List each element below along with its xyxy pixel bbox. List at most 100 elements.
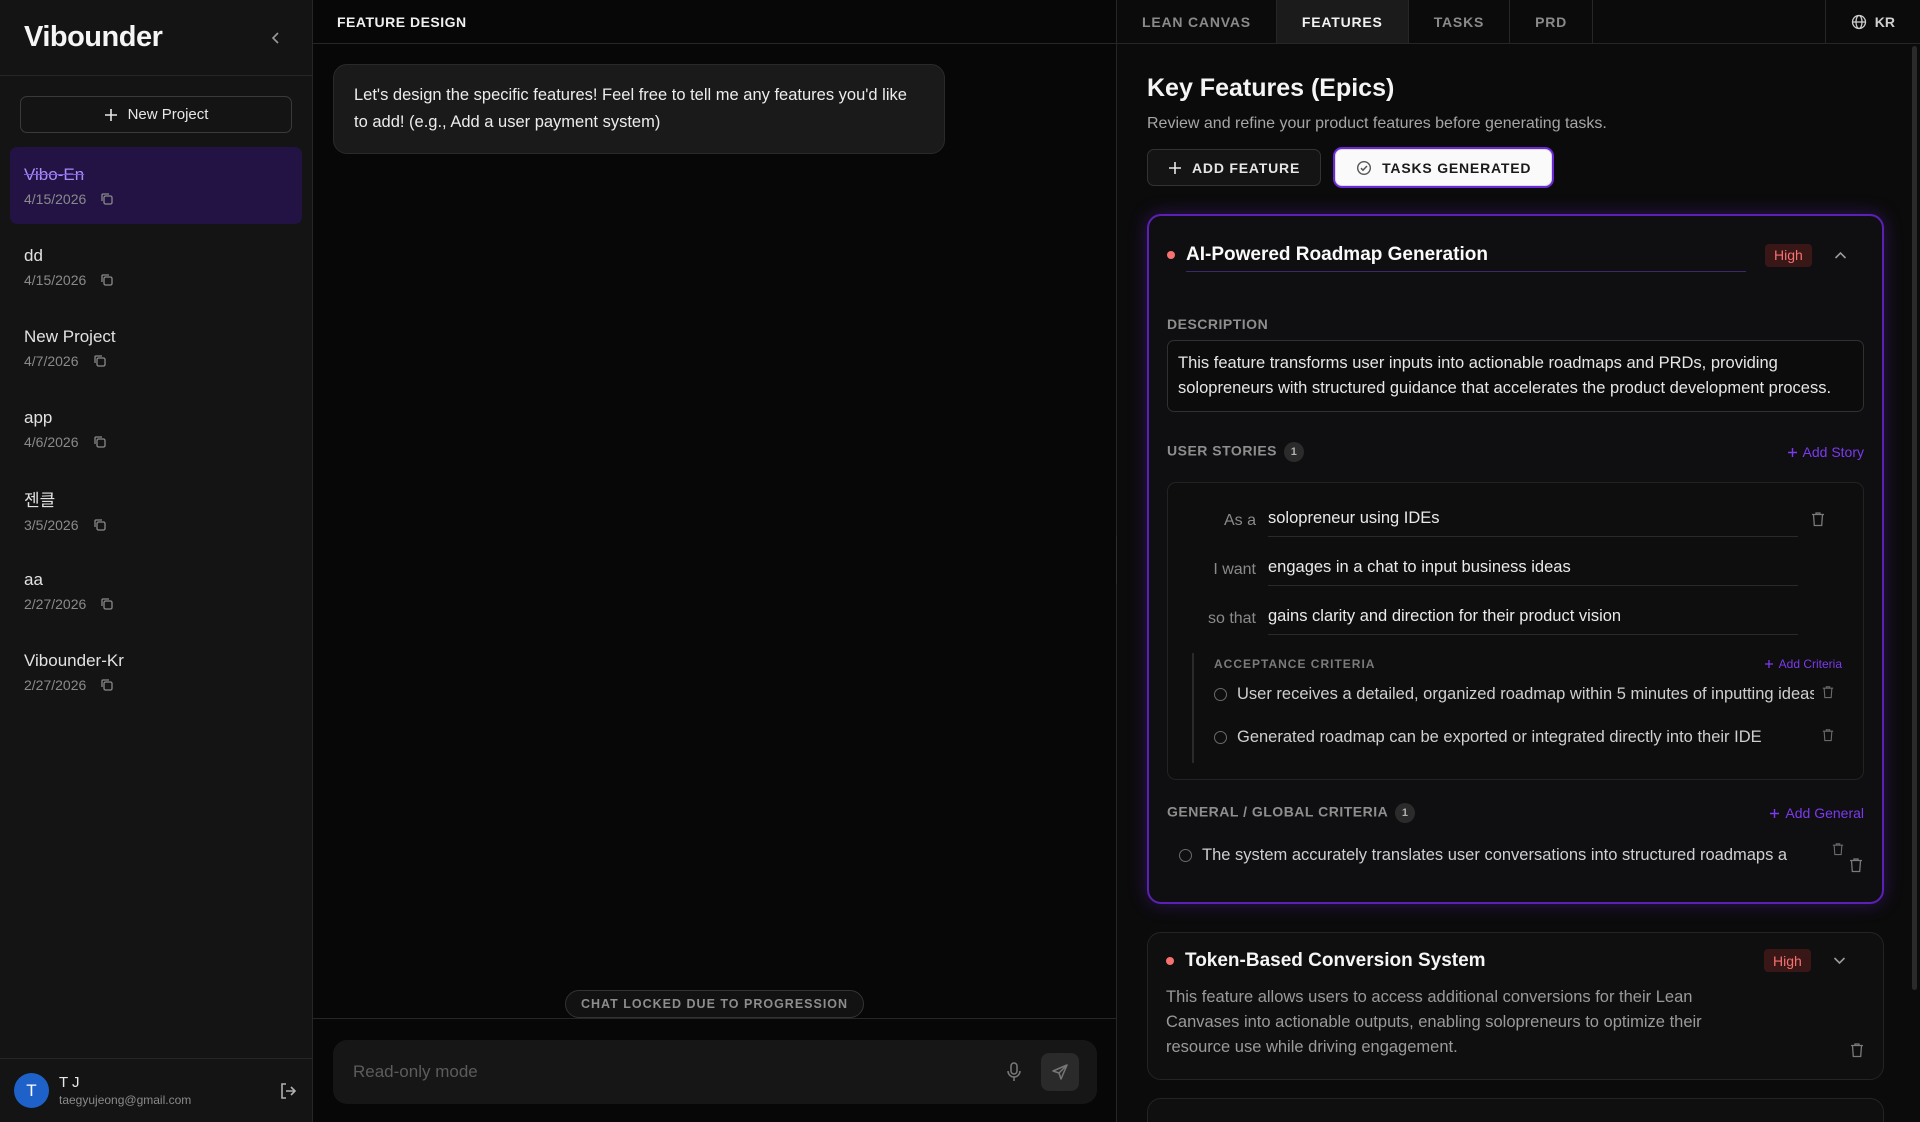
delete-criterion-button[interactable] xyxy=(1820,726,1836,744)
criterion-radio[interactable] xyxy=(1214,731,1227,744)
general-criteria-label: GENERAL / GLOBAL CRITERIA xyxy=(1167,803,1389,820)
project-list: Vibo-En 4/15/2026 dd 4/15/2026 New Proje… xyxy=(0,147,312,714)
as-a-label: As a xyxy=(1223,512,1256,529)
user-story-card: As a solopreneur using IDEs I want engag… xyxy=(1167,482,1864,780)
delete-general-criterion-button[interactable] xyxy=(1830,840,1846,858)
chevron-down-icon xyxy=(1834,957,1846,965)
globe-icon xyxy=(1851,14,1866,29)
tab-lean-canvas[interactable]: LEAN CANVAS xyxy=(1117,0,1277,43)
story-i-want-row: I want engages in a chat to input busine… xyxy=(1168,550,1863,586)
priority-badge[interactable]: High xyxy=(1764,949,1811,972)
delete-feature-button[interactable] xyxy=(1849,1041,1865,1059)
trash-icon xyxy=(1822,686,1834,699)
mic-button[interactable] xyxy=(999,1057,1029,1087)
project-date: 2/27/2026 xyxy=(24,595,87,612)
project-name: dd xyxy=(24,245,43,265)
feature-title: Token-Based Conversion System xyxy=(1185,949,1486,971)
delete-story-button[interactable] xyxy=(1810,510,1826,528)
feature-description: This feature allows users to access addi… xyxy=(1166,988,1702,1056)
feature-title-input[interactable] xyxy=(1186,238,1746,272)
trash-icon xyxy=(1812,512,1824,527)
chat-panel: FEATURE DESIGN Let's design the specific… xyxy=(313,0,1119,1122)
priority-badge[interactable]: High xyxy=(1765,243,1812,267)
features-panel: LEAN CANVAS FEATURES TASKS PRD KR Key Fe… xyxy=(1117,0,1920,1122)
project-item[interactable]: aa 2/27/2026 xyxy=(10,552,302,629)
tab-tasks[interactable]: TASKS xyxy=(1409,0,1511,43)
i-want-label: I want xyxy=(1213,561,1256,578)
delete-general-section-button[interactable] xyxy=(1848,856,1864,874)
copy-icon[interactable] xyxy=(93,518,107,532)
sidebar: Vibounder New Project Vibo-En 4/15/2026 … xyxy=(0,0,313,1122)
collapse-feature-button[interactable] xyxy=(1834,248,1848,262)
copy-icon[interactable] xyxy=(100,192,114,206)
chat-header: FEATURE DESIGN xyxy=(313,0,1116,44)
send-button[interactable] xyxy=(1041,1053,1079,1091)
logout-icon[interactable] xyxy=(278,1081,298,1101)
add-feature-label: ADD FEATURE xyxy=(1192,159,1301,176)
i-want-field[interactable]: engages in a chat to input business idea… xyxy=(1268,550,1798,586)
user-stories-count: 1 xyxy=(1284,442,1304,462)
criterion-radio[interactable] xyxy=(1179,849,1192,862)
general-criteria-count: 1 xyxy=(1395,803,1416,823)
project-date: 2/27/2026 xyxy=(24,676,87,693)
feature-card-collapsed[interactable]: Token-Based Conversion System High This … xyxy=(1147,932,1884,1080)
collapse-sidebar-button[interactable] xyxy=(264,26,288,50)
project-item[interactable]: New Project 4/7/2026 xyxy=(10,309,302,386)
project-item[interactable]: Vibo-En 4/15/2026 xyxy=(10,147,302,224)
feature-card-expanded: High DESCRIPTION This feature transforms… xyxy=(1147,214,1884,904)
plus-icon xyxy=(1770,808,1780,818)
project-item[interactable]: Vibounder-Kr 2/27/2026 xyxy=(10,633,302,710)
project-item[interactable]: app 4/6/2026 xyxy=(10,390,302,467)
user-footer: T T J taegyujeong@gmail.com xyxy=(0,1058,312,1122)
general-criterion[interactable]: The system accurately translates user co… xyxy=(1179,846,1819,865)
feature-header: High xyxy=(1167,238,1864,272)
project-name: Vibounder-Kr xyxy=(24,650,124,670)
acceptance-criterion[interactable]: Generated roadmap can be exported or int… xyxy=(1214,728,1814,747)
criterion-text: User receives a detailed, organized road… xyxy=(1237,685,1814,703)
add-general-button[interactable]: Add General xyxy=(1769,805,1864,821)
project-name: New Project xyxy=(24,326,116,346)
expand-feature-button[interactable] xyxy=(1833,954,1847,968)
trash-icon xyxy=(1851,1043,1863,1058)
copy-icon[interactable] xyxy=(100,597,114,611)
project-date: 4/15/2026 xyxy=(24,190,87,207)
add-criteria-button[interactable]: Add Criteria xyxy=(1764,657,1842,671)
tab-prd[interactable]: PRD xyxy=(1510,0,1594,43)
project-date: 4/6/2026 xyxy=(24,433,79,450)
copy-icon[interactable] xyxy=(100,273,114,287)
chevron-left-icon xyxy=(271,31,279,44)
add-feature-button[interactable]: ADD FEATURE xyxy=(1147,149,1322,186)
as-a-field[interactable]: solopreneur using IDEs xyxy=(1268,501,1798,537)
user-email: taegyujeong@gmail.com xyxy=(59,1093,192,1107)
copy-icon[interactable] xyxy=(100,678,114,692)
chat-input-container xyxy=(333,1040,1097,1104)
project-item[interactable]: 젠클 3/5/2026 xyxy=(10,471,302,548)
send-icon xyxy=(1052,1064,1068,1080)
new-project-button[interactable]: New Project xyxy=(20,96,292,133)
new-project-label: New Project xyxy=(127,106,209,123)
copy-icon[interactable] xyxy=(93,435,107,449)
tasks-generated-button[interactable]: TASKS GENERATED xyxy=(1335,149,1553,186)
feature-actions: ADD FEATURE TASKS GENERATED xyxy=(1147,149,1898,186)
assistant-message: Let's design the specific features! Feel… xyxy=(333,64,945,154)
tab-features[interactable]: FEATURES xyxy=(1276,0,1409,43)
add-story-button[interactable]: Add Story xyxy=(1787,444,1864,460)
copy-icon[interactable] xyxy=(93,354,107,368)
delete-criterion-button[interactable] xyxy=(1820,683,1836,701)
chat-input-bar xyxy=(313,1018,1116,1122)
plus-icon xyxy=(1764,660,1773,668)
criterion-radio[interactable] xyxy=(1214,688,1227,701)
project-name: 젠클 xyxy=(24,491,56,510)
so-that-field[interactable]: gains clarity and direction for their pr… xyxy=(1268,599,1798,635)
language-toggle[interactable]: KR xyxy=(1824,0,1920,43)
plus-icon xyxy=(1787,447,1797,457)
chat-input[interactable] xyxy=(353,1062,999,1082)
description-textarea[interactable]: This feature transforms user inputs into… xyxy=(1167,340,1864,412)
check-circle-icon xyxy=(1357,160,1372,175)
acceptance-criterion[interactable]: User receives a detailed, organized road… xyxy=(1214,685,1814,704)
page-title: Key Features (Epics) xyxy=(1147,74,1395,102)
project-item[interactable]: dd 4/15/2026 xyxy=(10,228,302,305)
scrollbar[interactable] xyxy=(1912,46,1917,990)
avatar[interactable]: T xyxy=(14,1073,49,1108)
feature-card-partial[interactable] xyxy=(1147,1098,1884,1122)
